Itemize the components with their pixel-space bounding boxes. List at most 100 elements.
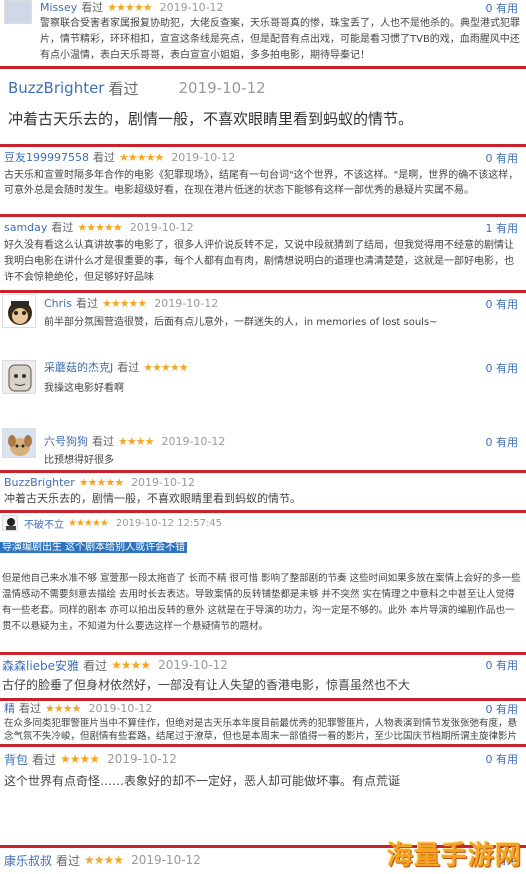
review-card-missey: Missey 看过 ★★★★★ 2019-10-12 0 有用 警察联合受害者家…	[0, 0, 526, 66]
username[interactable]: BuzzBrighter	[8, 79, 104, 97]
rating-stars: ★★★★	[118, 434, 154, 448]
review-card-dog: 六号狗狗 看过 ★★★★ 2019-10-12 0 有用 比预想得好很多	[0, 424, 526, 470]
red-divider	[0, 66, 526, 69]
useful-button[interactable]: 0 有用	[486, 0, 519, 16]
useful-button[interactable]: 0 有用	[486, 434, 519, 450]
useful-button[interactable]: 0 有用	[486, 296, 519, 312]
seen-label: 看过	[56, 853, 81, 868]
review-card-beibao: 背包 看过 ★★★★ 2019-10-12 0 有用 这个世界有点奇怪……表象好…	[0, 747, 526, 793]
review-card-douyou: 豆友199997558 看过 ★★★★★ 2019-10-12 0 有用 古天乐…	[0, 148, 526, 214]
useful-label: 有用	[496, 436, 518, 449]
useful-label: 有用	[496, 222, 518, 235]
review-date: 2019-10-12	[129, 220, 194, 234]
useful-button[interactable]: 0 有用	[486, 657, 519, 673]
seen-label: 看过	[19, 702, 41, 715]
username[interactable]: 精	[4, 701, 15, 716]
review-text: 但是他自己来水准不够 宣萱那一段太拖沓了 长而不精 很可惜 影响了整部剧的节奏 …	[2, 573, 521, 632]
review-date: 2019-10-12	[158, 658, 228, 672]
review-date: 2019-10-12	[131, 853, 201, 867]
review-screenshot-collage: Missey 看过 ★★★★★ 2019-10-12 0 有用 警察联合受害者家…	[0, 0, 526, 874]
useful-count: 0	[485, 298, 493, 311]
username[interactable]: 背包	[4, 751, 28, 768]
useful-count: 0	[485, 362, 493, 375]
useful-count: 0	[485, 2, 493, 15]
username[interactable]: samday	[4, 221, 47, 234]
username[interactable]: 康乐叔叔	[4, 852, 52, 869]
review-date: 2019-10-12	[107, 752, 177, 766]
review-date: 2019-10-12	[131, 475, 195, 489]
review-text: 前半部分氛围营造很赞，后面有点儿意外，一群迷失的人，in memories of…	[44, 317, 438, 328]
review-card-sensen: 森森liebe安雅 看过 ★★★★ 2019-10-12 0 有用 古仔的脸垂了…	[0, 655, 526, 695]
username[interactable]: 豆友199997558	[4, 149, 89, 165]
review-text: 在众多同类犯罪警匪片当中不算佳作，但绝对是古天乐本年度目前最优秀的犯罪警匪片，人…	[4, 718, 518, 742]
review-text: 这个世界有点奇怪……表象好的却不一定好，恶人却可能做坏事。有点荒诞	[4, 774, 401, 788]
cartoon-man-icon[interactable]	[2, 360, 36, 394]
review-text: 比预想得好很多	[44, 455, 114, 466]
rating-stars: ★★★★★	[119, 150, 164, 164]
useful-button[interactable]: 0 有用	[486, 751, 519, 767]
username[interactable]: Chris	[44, 297, 72, 310]
avatar[interactable]	[4, 0, 32, 24]
useful-button[interactable]: 1 有用	[486, 220, 519, 236]
useful-button[interactable]: 0 有用	[486, 360, 519, 376]
review-text: 冲着古天乐去的，剧情一般，不喜欢眼睛里看到蚂蚁的情节。	[4, 492, 301, 505]
username[interactable]: Missey	[40, 1, 77, 14]
review-text: 古天乐和宣萱时隔多年合作的电影《犯罪现场》，结尾有一句台词"这个世界，不该这样。…	[4, 170, 519, 196]
useful-button[interactable]: 0 有用	[486, 150, 519, 166]
review-card-buzzbrighter-large: BuzzBrighter 看过 2019-10-12 冲着古天乐去的，剧情一般，…	[0, 70, 526, 144]
site-watermark: 海量手游网	[386, 841, 522, 871]
review-text: 我操这电影好看啊	[44, 383, 124, 394]
username[interactable]: 六号狗狗	[44, 433, 88, 449]
review-date: 2019-10-12	[154, 296, 219, 310]
seen-label: 看过	[75, 297, 98, 310]
useful-count: 0	[485, 753, 493, 766]
rating-stars: ★★★★★	[143, 360, 188, 374]
seen-label: 看过	[51, 221, 74, 234]
useful-count: 1	[485, 222, 493, 235]
rating-stars: ★★★★	[111, 658, 151, 672]
useful-label: 有用	[496, 753, 518, 766]
username[interactable]: BuzzBrighter	[4, 476, 75, 489]
review-text: 古仔的脸垂了但身材依然好，一部没有让人失望的香港电影，惊喜虽然也不大	[2, 678, 411, 692]
useful-label: 有用	[496, 362, 518, 375]
seen-label: 看过	[117, 361, 140, 374]
useful-count: 0	[485, 659, 493, 672]
puppy-icon[interactable]	[2, 428, 36, 458]
red-divider	[0, 144, 526, 147]
review-date: 2019-10-12	[171, 150, 236, 164]
review-card-buzzbrighter-small: BuzzBrighter ★★★★★ 2019-10-12 冲着古天乐去的，剧情…	[0, 473, 526, 509]
useful-label: 有用	[496, 152, 518, 165]
useful-label: 有用	[496, 659, 518, 672]
review-date: 2019-10-12 12:57:45	[115, 518, 223, 529]
red-divider	[0, 290, 526, 293]
review-text: 冲着古天乐去的，剧情一般，不喜欢眼睛里看到蚂蚁的情节。	[8, 110, 414, 128]
review-date: 2019-10-12	[88, 701, 153, 715]
seen-label: 看过	[81, 1, 104, 14]
useful-label: 有用	[496, 703, 518, 716]
review-text: 好久没有看这么认真讲故事的电影了，很多人评价说反转不足，又说中段就猜到了结局，但…	[4, 240, 514, 283]
red-divider	[0, 214, 526, 217]
rating-stars: ★★★★	[60, 752, 100, 766]
useful-count: 0	[485, 436, 493, 449]
rating-stars: ★★★★★	[107, 0, 152, 14]
username[interactable]: 采蘑菇的杰克J	[44, 359, 113, 375]
review-card-jing: 精 看过 ★★★★ 2019-10-12 0 有用 在众多同类犯罪警匪片当中不算…	[0, 701, 526, 743]
seen-label: 看过	[32, 752, 57, 767]
rating-stars: ★★★★★	[101, 296, 147, 310]
monkey-icon[interactable]	[2, 294, 36, 328]
review-card-bupobuli: 不破不立 ★★★★★ 2019-10-12 12:57:45 导演编剧出生 这个…	[0, 513, 526, 651]
useful-button[interactable]: 0 有用	[486, 701, 519, 717]
username[interactable]: 不破不立	[24, 516, 64, 531]
review-date: 2019-10-12	[159, 0, 224, 14]
rating-stars: ★★★★★	[77, 220, 122, 234]
rating-stars: ★★★★★	[68, 518, 109, 529]
seen-label: 看过	[93, 151, 115, 164]
seen-label: 看过	[83, 658, 108, 673]
dark-hair-figure-icon[interactable]	[2, 515, 18, 531]
review-card-jack: 采蘑菇的杰克J 看过 ★★★★★ 0 有用 我操这电影好看啊	[0, 352, 526, 422]
rating-stars: ★★★★★	[78, 475, 124, 489]
username[interactable]: 森森liebe安雅	[2, 657, 79, 674]
rating-stars: ★★★★	[45, 701, 81, 715]
seen-label: 看过	[108, 79, 139, 98]
review-date: 2019-10-12	[178, 79, 266, 97]
